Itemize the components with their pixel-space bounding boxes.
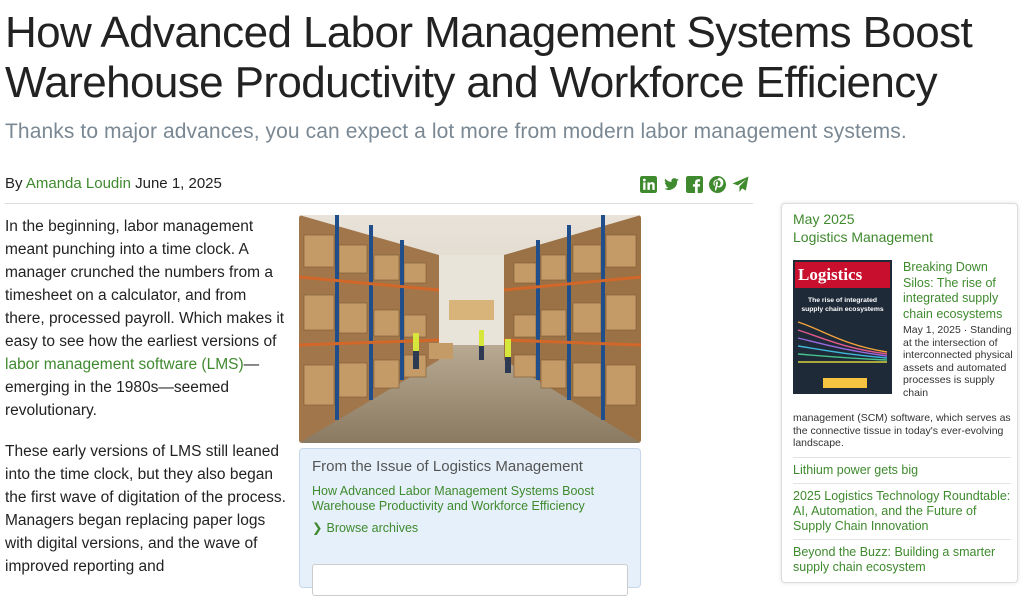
feature-date-text: May 1, 2025 · — [903, 324, 968, 336]
byline-divider — [5, 203, 753, 204]
article-body: In the beginning, labor management meant… — [5, 215, 288, 596]
chevron-right-icon: ❯ — [312, 521, 323, 535]
issue-box-heading: From the Issue of Logistics Management — [312, 458, 583, 475]
issue-article-link[interactable]: How Advanced Labor Management Systems Bo… — [312, 484, 628, 514]
feature-article-link[interactable]: Breaking Down Silos: The rise of integra… — [903, 260, 1013, 322]
publish-date: June 1, 2025 — [135, 175, 222, 192]
browse-archives-link[interactable]: ❯ Browse archives — [312, 520, 628, 536]
author-link[interactable]: Amanda Loudin — [26, 175, 131, 192]
magazine-cover-title: Logistics — [798, 265, 863, 284]
issue-action-button[interactable] — [312, 564, 628, 596]
paragraph-1: In the beginning, labor management meant… — [5, 215, 288, 422]
sidebar-magazine: May 2025 Logistics Management Logistics … — [781, 203, 1018, 583]
linkedin-icon[interactable] — [640, 176, 657, 193]
sidebar-heading: May 2025 Logistics Management — [793, 210, 1006, 246]
magazine-cover[interactable]: Logistics The rise of integrated supply … — [793, 260, 892, 394]
pinterest-icon[interactable] — [709, 176, 726, 193]
byline: By Amanda Loudin June 1, 2025 — [5, 175, 222, 192]
sidebar-list-item[interactable]: 2025 Logistics Technology Roundtable: AI… — [793, 483, 1011, 539]
send-icon[interactable] — [732, 176, 749, 193]
feature-article-desc: management (SCM) software, which serves … — [793, 412, 1011, 449]
sidebar-list-item[interactable]: Beyond the Buzz: Building a smarter supp… — [793, 539, 1011, 580]
share-bar — [640, 176, 749, 193]
sidebar-magazine-name: Logistics Management — [793, 229, 934, 245]
browse-archives-label: Browse archives — [326, 520, 419, 535]
magazine-cover-headline-a: The rise of integrated — [808, 297, 877, 304]
magazine-cover-headline-b: supply chain ecosystems — [801, 306, 884, 313]
by-label: By — [5, 175, 23, 192]
warehouse-hero-image — [299, 215, 641, 443]
twitter-icon[interactable] — [663, 176, 680, 193]
lms-link[interactable]: labor management software (LMS) — [5, 356, 244, 373]
paragraph-2: These early versions of LMS still leaned… — [5, 443, 286, 575]
facebook-icon[interactable] — [686, 176, 703, 193]
paragraph-1-text-a: In the beginning, labor management meant… — [5, 218, 285, 350]
article-subtitle: Thanks to major advances, you can expect… — [5, 120, 907, 143]
feature-article-date: May 1, 2025 · Standing at the intersecti… — [903, 324, 1013, 399]
sidebar-article-list: Lithium power gets big 2025 Logistics Te… — [793, 457, 1011, 580]
sidebar-list-item[interactable]: Lithium power gets big — [793, 457, 1011, 483]
article-title: How Advanced Labor Management Systems Bo… — [5, 8, 973, 107]
sidebar-issue-month: May 2025 — [793, 211, 855, 227]
issue-box: From the Issue of Logistics Management H… — [299, 448, 641, 596]
